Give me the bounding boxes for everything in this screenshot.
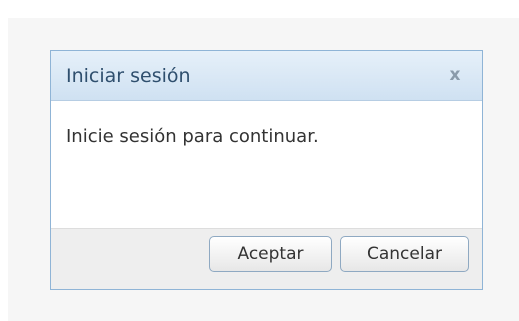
dialog-footer: Aceptar Cancelar (51, 228, 482, 289)
dialog-titlebar: Iniciar sesión x (51, 51, 482, 101)
accept-button[interactable]: Aceptar (209, 236, 332, 272)
login-dialog: Iniciar sesión x Inicie sesión para cont… (50, 50, 483, 290)
dialog-content: Inicie sesión para continuar. (51, 101, 482, 228)
dialog-message: Inicie sesión para continuar. (66, 126, 319, 147)
cancel-button[interactable]: Cancelar (340, 236, 469, 272)
close-icon[interactable]: x (444, 64, 466, 86)
dialog-title: Iniciar sesión (66, 65, 191, 87)
